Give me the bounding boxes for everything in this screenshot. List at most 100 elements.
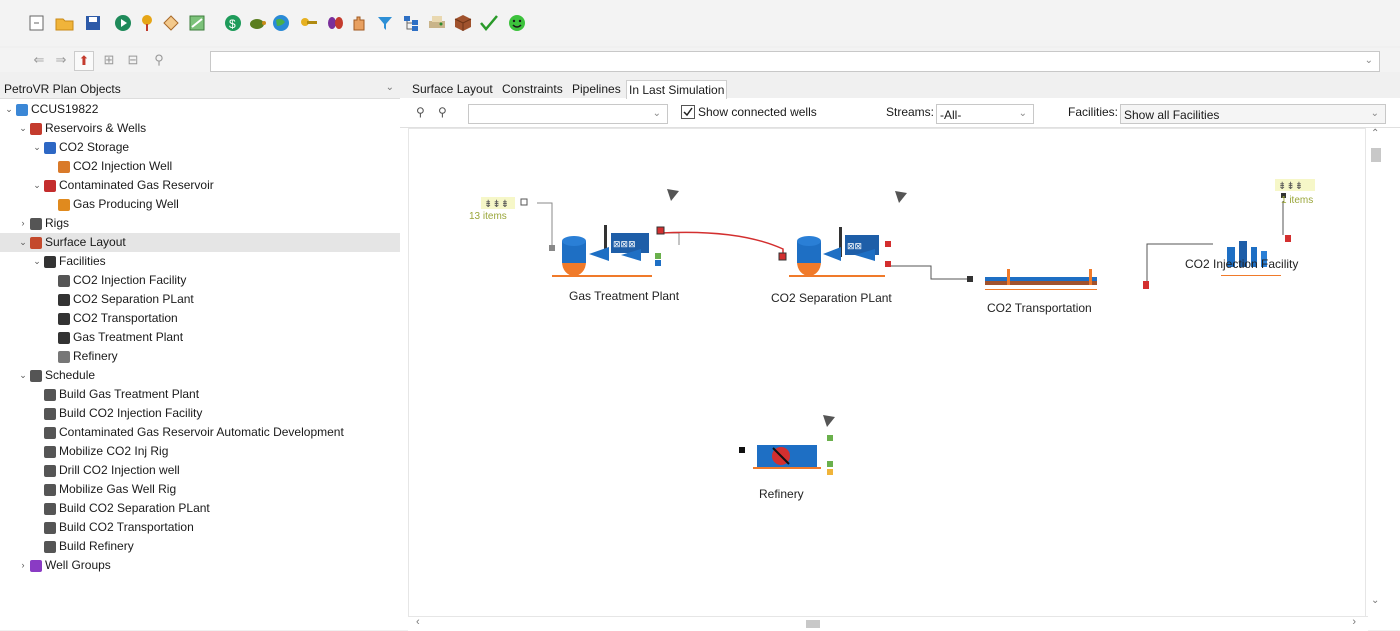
tree-item[interactable]: CO2 Injection Facility — [46, 271, 186, 290]
tab-in-last-simulation[interactable]: In Last Simulation — [626, 80, 728, 99]
tree-item[interactable]: Mobilize CO2 Inj Rig — [32, 442, 168, 461]
chevron-down-icon[interactable]: ⌄ — [18, 233, 28, 252]
tree-item[interactable]: ⌄ Reservoirs & Wells — [18, 119, 146, 138]
location-pin-icon[interactable] — [136, 12, 158, 34]
tree-item[interactable]: ⌄ Schedule — [18, 366, 95, 385]
tree-item[interactable]: CO2 Injection Well — [46, 157, 172, 176]
chevron-down-icon[interactable]: ⌄ — [1365, 52, 1373, 70]
chevron-down-icon[interactable]: ⌄ — [32, 138, 42, 157]
tree-item[interactable]: Build CO2 Separation PLant — [32, 499, 210, 518]
tab-surface-layout[interactable]: Surface Layout — [410, 80, 495, 98]
tab-pipelines[interactable]: Pipelines — [570, 80, 623, 98]
zoom-in-icon[interactable]: ⚲ — [416, 105, 425, 119]
expand-icon[interactable]: ⊞ — [100, 51, 118, 69]
vertical-scrollbar[interactable]: ⌃ ⌄ — [1368, 128, 1384, 616]
forward-arrow-icon[interactable]: ⇒ — [52, 51, 70, 69]
show-connected-wells-checkbox[interactable] — [681, 105, 695, 119]
gas-treatment-plant-label[interactable]: Gas Treatment Plant — [569, 289, 679, 303]
tree-item[interactable]: Contaminated Gas Reservoir Automatic Dev… — [32, 423, 344, 442]
chevron-down-icon[interactable]: ⌄ — [4, 100, 14, 119]
chevron-down-icon[interactable]: ⌄ — [653, 105, 661, 123]
save-icon[interactable] — [82, 12, 104, 34]
tree-item[interactable]: ⌄ Contaminated Gas Reservoir — [32, 176, 214, 195]
tree-item[interactable]: Refinery — [46, 347, 118, 366]
tree-item[interactable]: › Rigs — [18, 214, 70, 233]
dollar-icon[interactable]: $ — [222, 12, 244, 34]
up-level-icon[interactable]: ⬆ — [74, 51, 94, 71]
tree-item[interactable]: › Well Groups — [18, 556, 111, 575]
print-icon[interactable] — [426, 12, 448, 34]
surface-layout-canvas[interactable]: ⇟⇟⇟ ⊠⊠⊠ ⊠⊠ ⇟⇟⇟ 13 items 1 items Gas Trea… — [408, 128, 1366, 618]
chevron-down-icon[interactable]: ⌄ — [32, 176, 42, 195]
zoom-out-icon[interactable]: ⚲ — [438, 105, 447, 119]
horizontal-scrollbar[interactable]: ‹ › — [408, 616, 1368, 631]
co2-separation-plant-label[interactable]: CO2 Separation PLant — [771, 291, 892, 305]
tag-icon[interactable] — [160, 12, 182, 34]
scroll-left-icon[interactable]: ‹ — [416, 616, 420, 628]
panel-header: PetroVR Plan Objects ⌄ — [0, 80, 400, 99]
turtle-icon[interactable] — [246, 12, 268, 34]
filter-bar: ⚲ ⚲ ⌄ Show connected wells Streams: -All… — [400, 99, 1400, 128]
hierarchy-icon[interactable] — [400, 12, 422, 34]
co2-transportation-label[interactable]: CO2 Transportation — [987, 301, 1092, 315]
chevron-down-icon[interactable]: ⌄ — [18, 366, 28, 385]
tree-item-label: CO2 Storage — [59, 140, 130, 154]
chevron-down-icon[interactable]: ⌄ — [18, 119, 28, 138]
chevron-right-icon[interactable]: › — [18, 556, 28, 575]
back-arrow-icon[interactable]: ⇐ — [30, 51, 48, 69]
new-file-icon[interactable] — [26, 12, 48, 34]
scroll-up-icon[interactable]: ⌃ — [1371, 128, 1379, 139]
scroll-right-icon[interactable]: › — [1352, 616, 1356, 628]
horizontal-scroll-thumb[interactable] — [806, 620, 820, 628]
keys-icon[interactable] — [298, 12, 320, 34]
refinery-label[interactable]: Refinery — [759, 487, 804, 501]
tree-item[interactable]: ⌄ Facilities — [32, 252, 105, 271]
collapse-icon[interactable]: ⊟ — [124, 51, 142, 69]
tree-item[interactable]: Build CO2 Transportation — [32, 518, 194, 537]
tree-item-label: Build CO2 Separation PLant — [59, 501, 210, 515]
filter-icon[interactable] — [374, 12, 396, 34]
run-icon[interactable] — [112, 12, 134, 34]
chevron-down-icon[interactable]: ⌄ — [1019, 105, 1027, 123]
smiley-icon[interactable] — [506, 12, 528, 34]
tab-constraints[interactable]: Constraints — [500, 80, 565, 98]
location-combo[interactable]: ⌄ — [210, 51, 1380, 72]
open-folder-icon[interactable] — [54, 12, 76, 34]
globe-icon[interactable] — [270, 12, 292, 34]
vertical-scroll-thumb[interactable] — [1371, 148, 1381, 162]
tree-item[interactable]: Mobilize Gas Well Rig — [32, 480, 176, 499]
chevron-down-icon[interactable]: ⌄ — [386, 82, 394, 93]
facilities-select[interactable]: Show all Facilities ⌄ — [1120, 104, 1386, 124]
tree-item[interactable]: ⌄ CO2 Storage — [32, 138, 129, 157]
scroll-down-icon[interactable]: ⌄ — [1371, 595, 1379, 606]
find-icon[interactable]: ⚲ — [150, 51, 168, 69]
tree-item[interactable]: Gas Treatment Plant — [46, 328, 183, 347]
tree-item-label: Rigs — [45, 216, 70, 230]
tree-item[interactable]: Drill CO2 Injection well — [32, 461, 180, 480]
show-connected-wells-label: Show connected wells — [698, 105, 817, 119]
tree-item[interactable]: Build Refinery — [32, 537, 134, 556]
tree-node-icon — [44, 141, 56, 154]
chevron-right-icon[interactable]: › — [18, 214, 28, 233]
cube-icon[interactable] — [452, 12, 474, 34]
tree-item[interactable]: Gas Producing Well — [46, 195, 179, 214]
checkmark-icon[interactable] — [478, 12, 500, 34]
chevron-down-icon[interactable]: ⌄ — [1371, 105, 1379, 123]
tree-item[interactable]: CO2 Separation PLant — [46, 290, 194, 309]
chevron-down-icon[interactable]: ⌄ — [32, 252, 42, 271]
hand-icon[interactable] — [348, 12, 370, 34]
co2-injection-facility-label[interactable]: CO2 Injection Facility — [1185, 257, 1298, 271]
bugs-icon[interactable] — [324, 12, 346, 34]
tree-item[interactable]: ⌄ Surface Layout — [0, 233, 416, 252]
tree-item[interactable]: Build Gas Treatment Plant — [32, 385, 199, 404]
tree-item-label: Drill CO2 Injection well — [59, 463, 180, 477]
tree-item[interactable]: CO2 Transportation — [46, 309, 178, 328]
tree-item-label: Contaminated Gas Reservoir — [59, 178, 214, 192]
tree-item[interactable]: ⌄ CCUS19822 — [4, 100, 98, 119]
tree-item[interactable]: Build CO2 Injection Facility — [32, 404, 202, 423]
search-combo[interactable]: ⌄ — [468, 104, 668, 124]
streams-select[interactable]: -All- ⌄ — [936, 104, 1034, 124]
report-icon[interactable] — [186, 12, 208, 34]
well-connector-1 — [537, 202, 553, 245]
tree-item-label: CO2 Separation PLant — [73, 292, 194, 306]
